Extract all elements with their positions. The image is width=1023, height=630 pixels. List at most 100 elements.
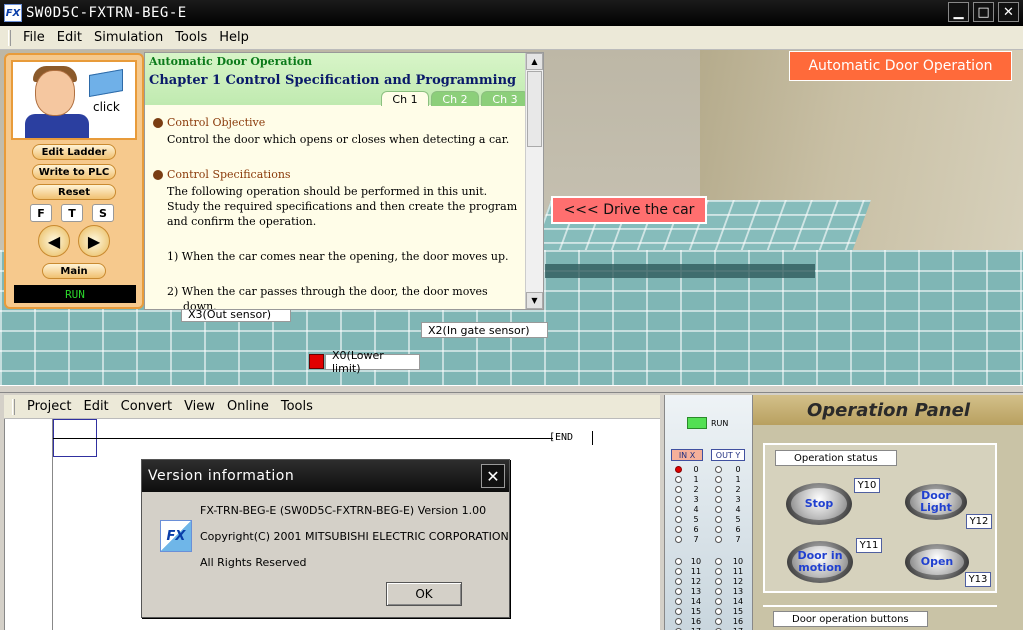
input-led-icon xyxy=(675,618,682,625)
input-number: 3 xyxy=(693,495,699,504)
tutor-avatar[interactable]: click xyxy=(11,60,137,140)
input-led-icon xyxy=(675,516,682,523)
ladder-menu-edit[interactable]: Edit xyxy=(77,399,114,414)
output-led-icon xyxy=(715,506,722,513)
ok-button[interactable]: OK xyxy=(386,582,462,606)
io-row: 00 xyxy=(675,465,751,475)
t-button[interactable]: T xyxy=(61,204,83,222)
spec-item-2b: down. xyxy=(183,300,217,310)
output-number: 7 xyxy=(735,535,741,544)
ladder-menu-convert[interactable]: Convert xyxy=(115,399,178,414)
section-control-objective: Control Objective xyxy=(153,115,523,130)
window-title: SW0D5C-FXTRN-BEG-E xyxy=(26,5,187,21)
tab-ch1[interactable]: Ch 1 xyxy=(381,91,429,106)
output-number: 12 xyxy=(732,577,744,586)
output-number: 14 xyxy=(732,597,744,606)
output-led-icon xyxy=(715,486,722,493)
menu-tools[interactable]: Tools xyxy=(169,30,213,45)
pane-splitter[interactable] xyxy=(0,385,1023,393)
input-number: 0 xyxy=(693,465,699,474)
input-number: 11 xyxy=(690,567,702,576)
output-led-icon xyxy=(715,536,722,543)
s-button[interactable]: S xyxy=(92,204,114,222)
end-instruction[interactable]: [END xyxy=(549,432,573,443)
input-number: 7 xyxy=(693,535,699,544)
next-arrow-icon[interactable]: ▶ xyxy=(78,225,110,257)
x2-sensor-label: X2(In gate sensor) xyxy=(421,322,548,338)
output-led-icon xyxy=(715,598,722,605)
dialog-title: Version information xyxy=(142,460,509,492)
plc-status-display: RUN xyxy=(14,285,136,303)
reset-button[interactable]: Reset xyxy=(32,184,116,200)
output-led-icon xyxy=(715,496,722,503)
maximize-icon[interactable]: □ xyxy=(973,2,994,22)
io-row: 11 xyxy=(675,475,751,485)
scroll-up-icon[interactable]: ▲ xyxy=(526,53,543,70)
menu-file[interactable]: File xyxy=(17,30,51,45)
input-led-icon xyxy=(675,526,682,533)
open-lamp: Open xyxy=(905,544,969,580)
output-number: 10 xyxy=(732,557,744,566)
output-y-header: OUT Y xyxy=(711,449,745,461)
write-to-plc-button[interactable]: Write to PLC xyxy=(32,164,116,180)
io-row: 15 15 xyxy=(675,607,751,617)
bullet-icon xyxy=(153,118,163,128)
menu-simulation[interactable]: Simulation xyxy=(88,30,169,45)
input-number: 4 xyxy=(693,505,699,514)
tab-ch2[interactable]: Ch 2 xyxy=(431,91,479,106)
menu-edit[interactable]: Edit xyxy=(51,30,88,45)
main-button[interactable]: Main xyxy=(42,263,106,279)
input-led-icon xyxy=(675,496,682,503)
input-led-icon xyxy=(675,476,682,483)
scroll-thumb[interactable] xyxy=(527,71,542,147)
door-in-motion-lamp: Door in motion xyxy=(787,541,853,583)
avatar-face xyxy=(35,70,75,116)
avatar-suit xyxy=(25,114,89,138)
chapter-scrollbar[interactable]: ▲ ▼ xyxy=(525,53,543,309)
operation-panel-title: Operation Panel xyxy=(753,395,1023,425)
scroll-down-icon[interactable]: ▼ xyxy=(526,292,543,309)
output-led-icon xyxy=(715,588,722,595)
dialog-close-icon[interactable]: ✕ xyxy=(481,464,505,488)
door-operation-buttons-label: Door operation buttons xyxy=(773,611,928,627)
output-led-icon xyxy=(715,476,722,483)
ladder-menu-view[interactable]: View xyxy=(178,399,221,414)
tab-ch3[interactable]: Ch 3 xyxy=(481,91,529,106)
io-row: 11 11 xyxy=(675,567,751,577)
ladder-wire xyxy=(53,438,553,439)
close-icon[interactable]: ✕ xyxy=(998,2,1019,22)
output-led-icon xyxy=(715,526,722,533)
f-button[interactable]: F xyxy=(30,204,52,222)
input-number: 13 xyxy=(690,587,702,596)
ladder-menu-project[interactable]: Project xyxy=(21,399,77,414)
door-light-lamp: Door Light xyxy=(905,484,967,520)
minimize-icon[interactable]: ▁ xyxy=(948,2,969,22)
io-row: 22 xyxy=(675,485,751,495)
spec-item-1: 1) When the car comes near the opening, … xyxy=(167,250,509,263)
main-menubar: File Edit Simulation Tools Help xyxy=(0,26,1023,50)
window-titlebar: FX SW0D5C-FXTRN-BEG-E ▁ □ ✕ xyxy=(0,0,1023,26)
ladder-menu-tools[interactable]: Tools xyxy=(275,399,319,414)
prev-arrow-icon[interactable]: ◀ xyxy=(38,225,70,257)
stop-lamp: Stop xyxy=(786,483,852,525)
io-row: 10 10 xyxy=(675,557,751,567)
input-number: 6 xyxy=(693,525,699,534)
input-led-icon xyxy=(675,588,682,595)
input-led-icon xyxy=(675,578,682,585)
input-number: 5 xyxy=(693,515,699,524)
output-number: 2 xyxy=(735,485,741,494)
bullet-icon xyxy=(153,170,163,180)
dialog-rights-line: All Rights Reserved xyxy=(200,556,307,569)
run-led xyxy=(687,417,707,429)
ladder-menu-online[interactable]: Online xyxy=(221,399,275,414)
output-number: 0 xyxy=(735,465,741,474)
output-led-icon xyxy=(715,578,722,585)
menu-help[interactable]: Help xyxy=(213,30,255,45)
input-led-icon xyxy=(675,608,682,615)
input-number: 1 xyxy=(693,475,699,484)
edit-ladder-button[interactable]: Edit Ladder xyxy=(32,144,116,160)
drive-car-button[interactable]: <<< Drive the car xyxy=(551,196,707,224)
io-row: 13 13 xyxy=(675,587,751,597)
y10-tag: Y10 xyxy=(854,478,880,493)
output-led-icon xyxy=(715,466,722,473)
